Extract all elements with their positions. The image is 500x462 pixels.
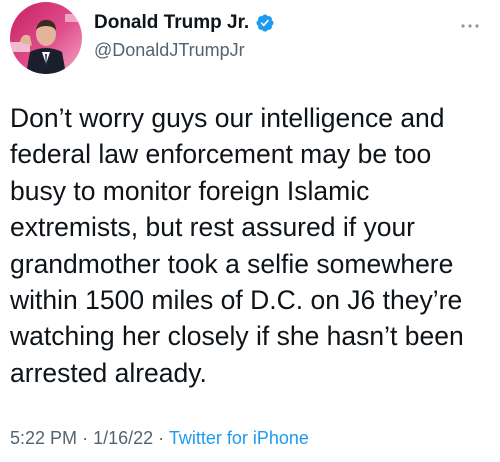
avatar[interactable]	[10, 2, 82, 74]
tweet-header: Donald Trump Jr. @DonaldJTrumpJr	[10, 2, 490, 82]
more-horizontal-icon[interactable]	[458, 16, 482, 36]
author-info: Donald Trump Jr. @DonaldJTrumpJr	[94, 12, 275, 61]
handle[interactable]: @DonaldJTrumpJr	[94, 40, 275, 61]
tweet-text: Don’t worry guys our intelligence and fe…	[10, 103, 464, 388]
meta-separator: ·	[82, 428, 89, 448]
avatar-photo	[10, 2, 82, 74]
tweet-source-link[interactable]: Twitter for iPhone	[169, 428, 309, 448]
verified-badge-icon	[255, 13, 275, 33]
meta-separator: ·	[158, 428, 165, 448]
display-name[interactable]: Donald Trump Jr.	[94, 12, 249, 34]
tweet-date[interactable]: 1/16/22	[93, 428, 153, 448]
tweet-meta: 5:22 PM · 1/16/22 · Twitter for iPhone	[10, 428, 309, 449]
tweet-time[interactable]: 5:22 PM	[10, 428, 77, 448]
